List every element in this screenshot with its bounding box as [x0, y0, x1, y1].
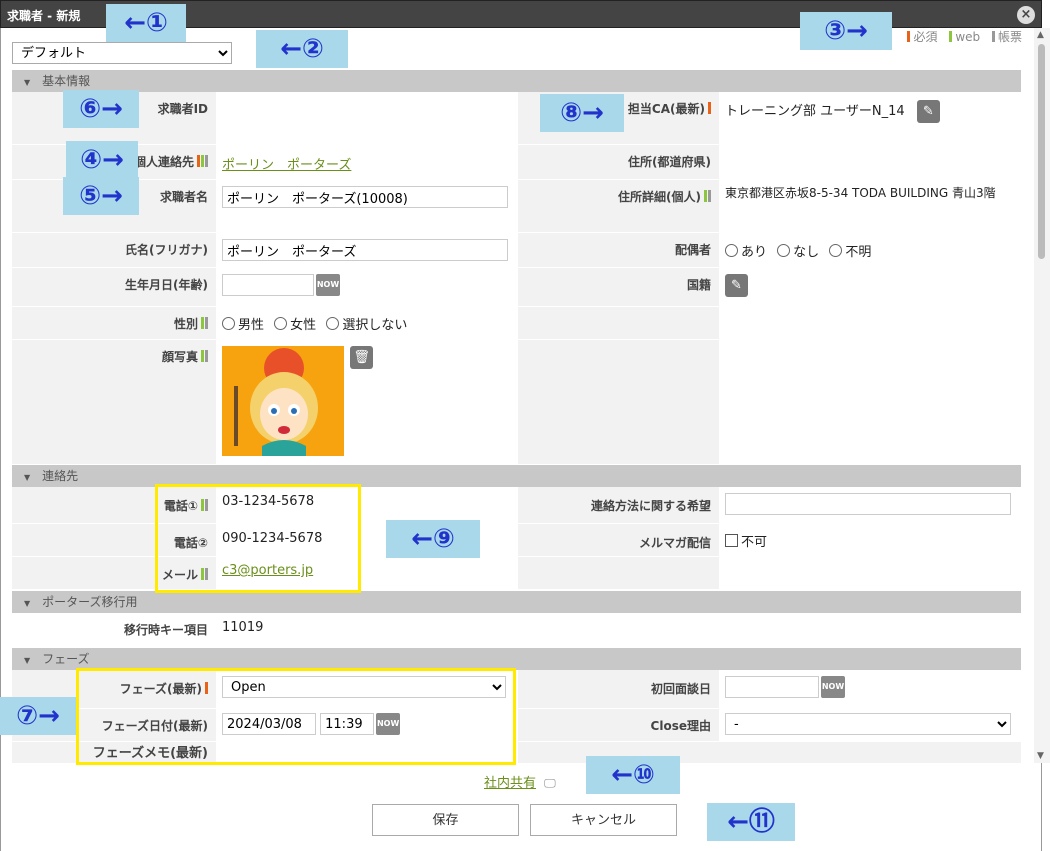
close-icon[interactable]: × — [1017, 6, 1035, 24]
candidate-name-input[interactable] — [222, 186, 508, 208]
legend-required: 必須 — [913, 30, 938, 44]
gender-radio-female[interactable]: 女性 — [274, 317, 316, 333]
collapse-triangle-icon: ▼ — [24, 656, 31, 665]
internal-share-link[interactable]: 社内共有 🖵 — [484, 772, 556, 791]
callout-5: ⑤→ — [63, 177, 139, 215]
nationality-label: 国籍 — [686, 278, 711, 292]
collapse-triangle-icon: ▼ — [24, 473, 31, 482]
kana-label: 氏名(フリガナ) — [125, 243, 208, 257]
kana-input[interactable] — [222, 239, 508, 261]
birthday-label: 生年月日(年齢) — [125, 278, 208, 292]
window-title: 求職者 - 新規 — [7, 9, 81, 23]
newsletter-label: メルマガ配信 — [638, 536, 711, 550]
section-phase[interactable]: ▼ フェーズ — [12, 648, 1021, 670]
pencil-icon[interactable]: ✎ — [725, 274, 748, 297]
section-basic[interactable]: ▼ 基本情報 — [12, 70, 1021, 92]
highlight-phase-fields — [76, 668, 516, 765]
contact-method-input[interactable] — [725, 493, 1011, 515]
collapse-triangle-icon: ▼ — [24, 78, 31, 87]
prefecture-value[interactable] — [719, 145, 1021, 179]
gender-radio-male[interactable]: 男性 — [222, 317, 264, 333]
address-detail-value[interactable]: 東京都港区赤坂8-5-34 TODA BUILDING 青山3階 — [719, 180, 1021, 232]
candidate-id-value — [216, 92, 518, 144]
ca-value: トレーニング部 ユーザーN_14 ✎ — [719, 92, 1021, 144]
row-birthday: 生年月日(年齢) NOW 国籍 ✎ — [12, 268, 1021, 307]
migration-key-value: 11019 — [216, 613, 518, 645]
nationality-cell: ✎ — [719, 268, 1021, 306]
gender-label: 性別 — [12, 307, 216, 339]
close-reason-cell: - — [719, 709, 1021, 741]
trash-icon[interactable]: 🗑 — [350, 346, 374, 369]
birthday-input[interactable] — [222, 274, 314, 296]
first-interview-now-button[interactable]: NOW — [821, 676, 845, 698]
callout-7: ⑦→ — [0, 697, 76, 735]
birthday-cell: NOW — [216, 268, 518, 306]
row-candidate-name: 求職者名 住所詳細(個人) 東京都港区赤坂8-5-34 TODA BUILDIN… — [12, 180, 1021, 233]
first-interview-cell: NOW — [719, 670, 1021, 708]
highlight-contact-fields — [155, 484, 361, 593]
row-personal-contact: 個人連絡先 ポーリン ポーターズ 住所(都道府県) — [12, 145, 1021, 180]
personal-contact-value[interactable]: ポーリン ポーターズ — [216, 145, 518, 179]
avatar[interactable] — [222, 346, 344, 456]
section-migration[interactable]: ▼ ポーターズ移行用 — [12, 591, 1021, 613]
callout-2: ←② — [256, 30, 348, 68]
row-migration-key: 移行時キー項目 11019 — [12, 613, 1021, 646]
callout-6: ⑥→ — [63, 90, 139, 128]
scroll-up-icon[interactable]: ▲ — [1037, 30, 1044, 40]
cancel-button[interactable]: キャンセル — [530, 804, 677, 836]
form-scroll-area: デフォルト 必須 web 帳票 ▼ 基本情報 求職者ID 担当CA(最新) トレー… — [0, 28, 1034, 763]
gender-options: 男性 女性 選択しない — [216, 307, 518, 339]
photo-cell: 🗑 — [216, 340, 518, 464]
field-legend: 必須 web 帳票 — [899, 28, 1022, 45]
vertical-scrollbar[interactable]: ▲ ▼ — [1034, 28, 1050, 763]
callout-4: ④→ — [66, 141, 138, 179]
row-photo: 顔写真 🗑 — [12, 340, 1021, 465]
callout-1: ←① — [106, 4, 186, 42]
prefecture-label: 住所(都道府県) — [628, 155, 711, 169]
kana-cell — [216, 233, 518, 267]
contact-method-cell — [719, 487, 1021, 523]
scroll-thumb[interactable] — [1038, 44, 1045, 259]
row-gender: 性別 男性 女性 選択しない — [12, 307, 1021, 340]
contact-method-label: 連絡方法に関する希望 — [590, 499, 711, 513]
template-select[interactable]: デフォルト — [12, 42, 232, 64]
photo-label: 顔写真 — [12, 340, 216, 464]
spouse-radio-no[interactable]: なし — [777, 244, 819, 260]
close-reason-select[interactable]: - — [725, 713, 1011, 735]
gender-radio-none[interactable]: 選択しない — [326, 317, 407, 333]
row-kana: 氏名(フリガナ) 配偶者 あり なし 不明 — [12, 233, 1021, 268]
close-reason-label: Close理由 — [650, 719, 711, 733]
address-detail-label: 住所詳細(個人) — [518, 180, 719, 232]
spouse-radio-unknown[interactable]: 不明 — [829, 244, 871, 260]
monitor-icon: 🖵 — [544, 776, 556, 790]
birthday-now-button[interactable]: NOW — [316, 274, 340, 296]
callout-11: ←⑪ — [707, 803, 795, 841]
collapse-triangle-icon: ▼ — [24, 599, 31, 608]
callout-3: ③→ — [800, 12, 892, 50]
migration-key-label: 移行時キー項目 — [123, 623, 208, 637]
scroll-down-icon[interactable]: ▼ — [1037, 751, 1044, 761]
spouse-label: 配偶者 — [674, 243, 711, 257]
pencil-icon[interactable]: ✎ — [916, 100, 940, 123]
spouse-options: あり なし 不明 — [719, 233, 1021, 267]
first-interview-input[interactable] — [725, 676, 819, 698]
avatar-illustration — [222, 346, 344, 456]
candidate-name-cell — [216, 180, 518, 232]
first-interview-label: 初回面談日 — [650, 682, 711, 696]
legend-document: 帳票 — [997, 30, 1022, 44]
row-candidate-id: 求職者ID 担当CA(最新) トレーニング部 ユーザーN_14 ✎ — [12, 92, 1021, 145]
legend-web: web — [955, 30, 981, 44]
callout-10: ←⑩ — [586, 756, 680, 794]
callout-8: ⑧→ — [540, 94, 624, 132]
newsletter-checkbox[interactable]: 不可 — [719, 524, 1021, 556]
save-button[interactable]: 保存 — [372, 804, 519, 836]
spouse-radio-yes[interactable]: あり — [725, 244, 767, 260]
callout-9: ←⑨ — [386, 520, 480, 558]
